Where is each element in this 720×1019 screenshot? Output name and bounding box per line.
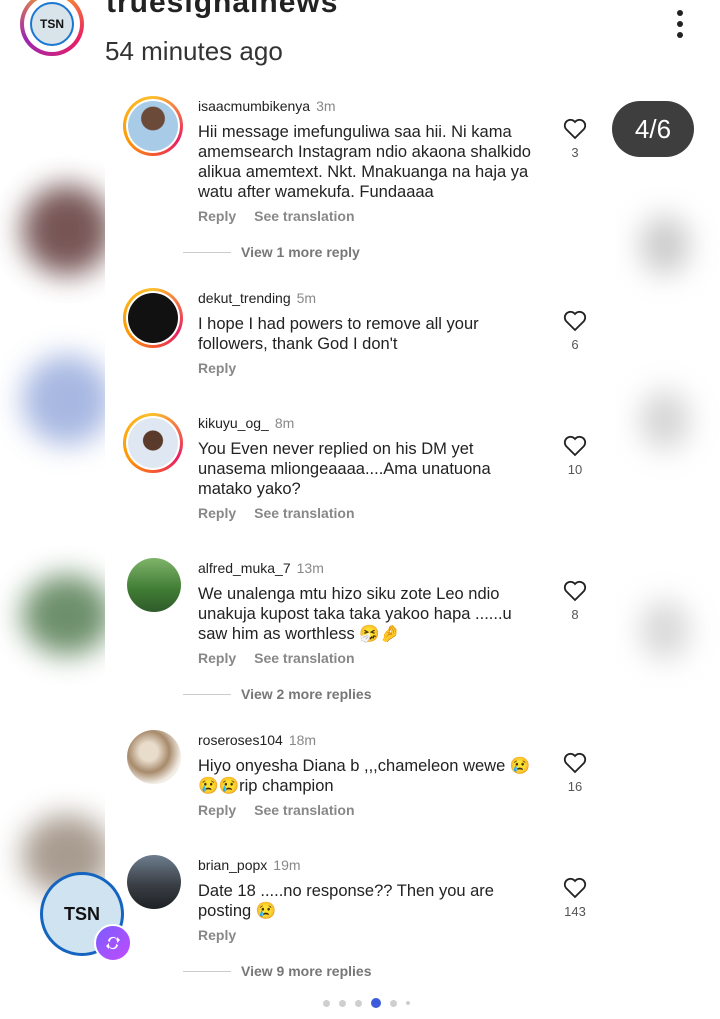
- like-count: 6: [571, 337, 579, 352]
- reply-button[interactable]: Reply: [198, 650, 236, 666]
- see-translation-button[interactable]: See translation: [254, 650, 354, 666]
- comment-avatar[interactable]: [123, 413, 183, 473]
- carousel-dot[interactable]: [406, 1001, 410, 1005]
- post-header: TSN truesignalnews 54 minutes ago: [0, 0, 720, 78]
- comment-username[interactable]: alfred_muka_7: [198, 560, 291, 576]
- like-count: 8: [571, 607, 579, 622]
- comment-text: Hii message imefunguliwa saa hii. Ni kam…: [198, 123, 531, 201]
- carousel-dot[interactable]: [355, 999, 362, 1007]
- view-more-replies-label: View 1 more reply: [241, 244, 360, 260]
- floating-account-logo[interactable]: TSN: [40, 872, 132, 962]
- blurred-background-avatar: [640, 215, 690, 275]
- comment-time: 18m: [288, 732, 317, 748]
- comment-time: 3m: [316, 98, 336, 114]
- comment-text: Date 18 .....no response?? Then you are …: [198, 882, 494, 920]
- account-logo: TSN: [30, 2, 74, 46]
- reply-button[interactable]: Reply: [198, 360, 236, 376]
- blurred-background-avatar: [22, 575, 112, 655]
- view-more-replies[interactable]: View 1 more reply: [183, 244, 360, 260]
- reply-button[interactable]: Reply: [198, 927, 236, 943]
- like-count: 10: [567, 462, 583, 477]
- heart-icon[interactable]: [563, 435, 587, 457]
- heart-icon[interactable]: [563, 580, 587, 602]
- view-more-replies[interactable]: View 9 more replies: [183, 963, 371, 979]
- view-more-replies-label: View 9 more replies: [241, 963, 372, 979]
- account-name[interactable]: truesignalnews: [106, 0, 338, 20]
- blurred-background-avatar: [22, 185, 112, 275]
- heart-icon[interactable]: [563, 310, 587, 332]
- comment-avatar[interactable]: [127, 855, 181, 909]
- see-translation-button[interactable]: See translation: [254, 208, 354, 224]
- heart-icon[interactable]: [563, 752, 587, 774]
- like-count: 3: [571, 145, 579, 160]
- carousel-dot[interactable]: [323, 999, 330, 1007]
- comment-username[interactable]: dekut_trending: [198, 290, 291, 306]
- view-more-replies[interactable]: View 2 more replies: [183, 686, 371, 702]
- page-indicator: 4/6: [612, 101, 694, 157]
- comment-avatar[interactable]: [127, 730, 181, 784]
- comment-time: 13m: [296, 560, 324, 576]
- comment-time: 8m: [274, 415, 295, 431]
- more-vertical-icon[interactable]: [668, 10, 692, 44]
- see-translation-button[interactable]: See translation: [254, 505, 354, 521]
- repost-icon[interactable]: [94, 924, 132, 962]
- carousel-dot[interactable]: [390, 999, 397, 1007]
- comment-time: 19m: [273, 857, 301, 873]
- comment-avatar[interactable]: [123, 288, 183, 348]
- blurred-background-avatar: [640, 600, 690, 660]
- see-translation-button[interactable]: See translation: [254, 802, 354, 818]
- comment-avatar[interactable]: [127, 558, 181, 612]
- view-more-replies-label: View 2 more replies: [241, 686, 372, 702]
- comment-username[interactable]: brian_popx: [198, 857, 267, 873]
- comment-username[interactable]: isaacmumbikenya: [198, 98, 310, 114]
- post-time: 54 minutes ago: [105, 36, 283, 66]
- account-avatar[interactable]: TSN: [20, 0, 84, 56]
- blurred-background-avatar: [640, 390, 690, 450]
- comment-text: We unalenga mtu hizo siku zote Leo ndio …: [198, 585, 512, 643]
- comment-text: Hiyo onyesha Diana b ,,,chameleon wewe 😢…: [198, 757, 531, 795]
- like-count: 143: [564, 904, 586, 919]
- reply-button[interactable]: Reply: [198, 208, 236, 224]
- comment-avatar[interactable]: [123, 96, 183, 156]
- comment-text: I hope I had powers to remove all your f…: [198, 315, 479, 353]
- heart-icon[interactable]: [563, 118, 587, 140]
- comment-time: 5m: [296, 290, 317, 306]
- like-count: 16: [567, 779, 583, 794]
- heart-icon[interactable]: [563, 877, 587, 899]
- reply-button[interactable]: Reply: [198, 505, 236, 521]
- reply-button[interactable]: Reply: [198, 802, 236, 818]
- comment-username[interactable]: kikuyu_og_: [198, 415, 269, 431]
- carousel-dots: [323, 998, 419, 1008]
- carousel-dot[interactable]: [339, 999, 346, 1007]
- blurred-background-avatar: [22, 355, 112, 445]
- comment-username[interactable]: roseroses104: [198, 732, 283, 748]
- comments-panel: isaacmumbikenya 3m Hii message imefunguli…: [105, 78, 615, 1019]
- comment-text: You Even never replied on his DM yet una…: [198, 440, 491, 498]
- carousel-dot-active[interactable]: [371, 998, 381, 1008]
